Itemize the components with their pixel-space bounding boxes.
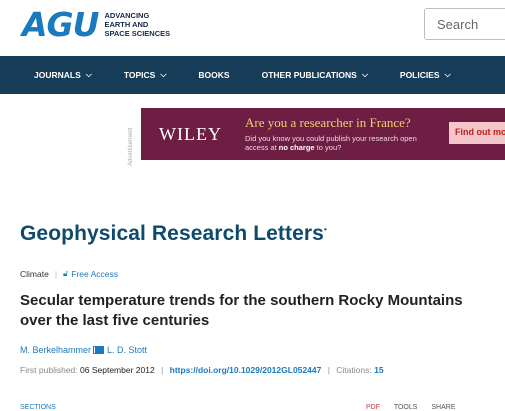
article-meta: Climate | 🔓︎ Free Access — [20, 269, 118, 279]
publish-date: 06 September 2012 — [80, 365, 155, 375]
chevron-down-icon: ⌵ — [361, 70, 368, 79]
lock-open-icon: 🔓︎ — [63, 269, 69, 278]
citations-link[interactable]: 15 — [374, 365, 383, 375]
nav-other-publications[interactable]: OTHER PUBLICATIONS ⌵ — [262, 70, 368, 80]
article-toolbar: SECTIONS PDF TOOLS SHARE — [20, 404, 505, 411]
ad-cta-button[interactable]: Find out more — [449, 122, 505, 144]
nav-topics[interactable]: TOPICS ⌵ — [124, 70, 167, 80]
chevron-down-icon: ⌵ — [85, 70, 92, 79]
wiley-logo: WILEY — [159, 124, 222, 144]
article-title: Secular temperature trends for the south… — [20, 292, 463, 329]
publication-info: First published: 06 September 2012 | htt… — [20, 365, 384, 375]
logo-mark: AGU — [22, 4, 99, 44]
ad-body: Did you know you could publish your rese… — [245, 134, 417, 152]
logo-tagline: ADVANCING EARTH AND SPACE SCIENCES — [104, 10, 171, 38]
site-header: AGU ADVANCING EARTH AND SPACE SCIENCES S… — [0, 0, 505, 56]
agu-logo[interactable]: AGU ADVANCING EARTH AND SPACE SCIENCES — [22, 6, 170, 42]
search-input[interactable]: Search — [424, 8, 505, 40]
chevron-down-icon: ⌵ — [160, 70, 167, 79]
email-icon[interactable] — [93, 346, 106, 354]
nav-books[interactable]: BOOKS — [198, 70, 229, 80]
author-list: M. Berkelhammer L. D. Stott — [20, 345, 147, 355]
pdf-button[interactable]: PDF — [366, 404, 380, 411]
tools-button[interactable]: TOOLS — [394, 404, 418, 411]
main-nav: JOURNALS ⌵ TOPICS ⌵ BOOKS OTHER PUBLICATIO… — [0, 56, 505, 94]
share-button[interactable]: SHARE — [431, 404, 455, 411]
advertisement-banner[interactable]: WILEY Are you a researcher in France? Di… — [141, 108, 505, 160]
author-link[interactable]: M. Berkelhammer — [20, 345, 91, 355]
sections-button[interactable]: SECTIONS — [20, 404, 56, 411]
chevron-down-icon: ⌵ — [444, 70, 451, 79]
category-link[interactable]: Climate — [20, 269, 49, 279]
nav-journals[interactable]: JOURNALS ⌵ — [34, 70, 92, 80]
journal-title[interactable]: Geophysical Research Letters• — [20, 222, 327, 246]
access-badge: Free Access — [71, 269, 118, 279]
nav-policies[interactable]: POLICIES ⌵ — [400, 70, 451, 80]
ad-headline: Are you a researcher in France? — [245, 115, 411, 130]
advertisement-label: Advertisement — [128, 127, 134, 166]
author-link[interactable]: L. D. Stott — [107, 345, 147, 355]
doi-link[interactable]: https://doi.org/10.1029/2012GL052447 — [170, 365, 322, 375]
